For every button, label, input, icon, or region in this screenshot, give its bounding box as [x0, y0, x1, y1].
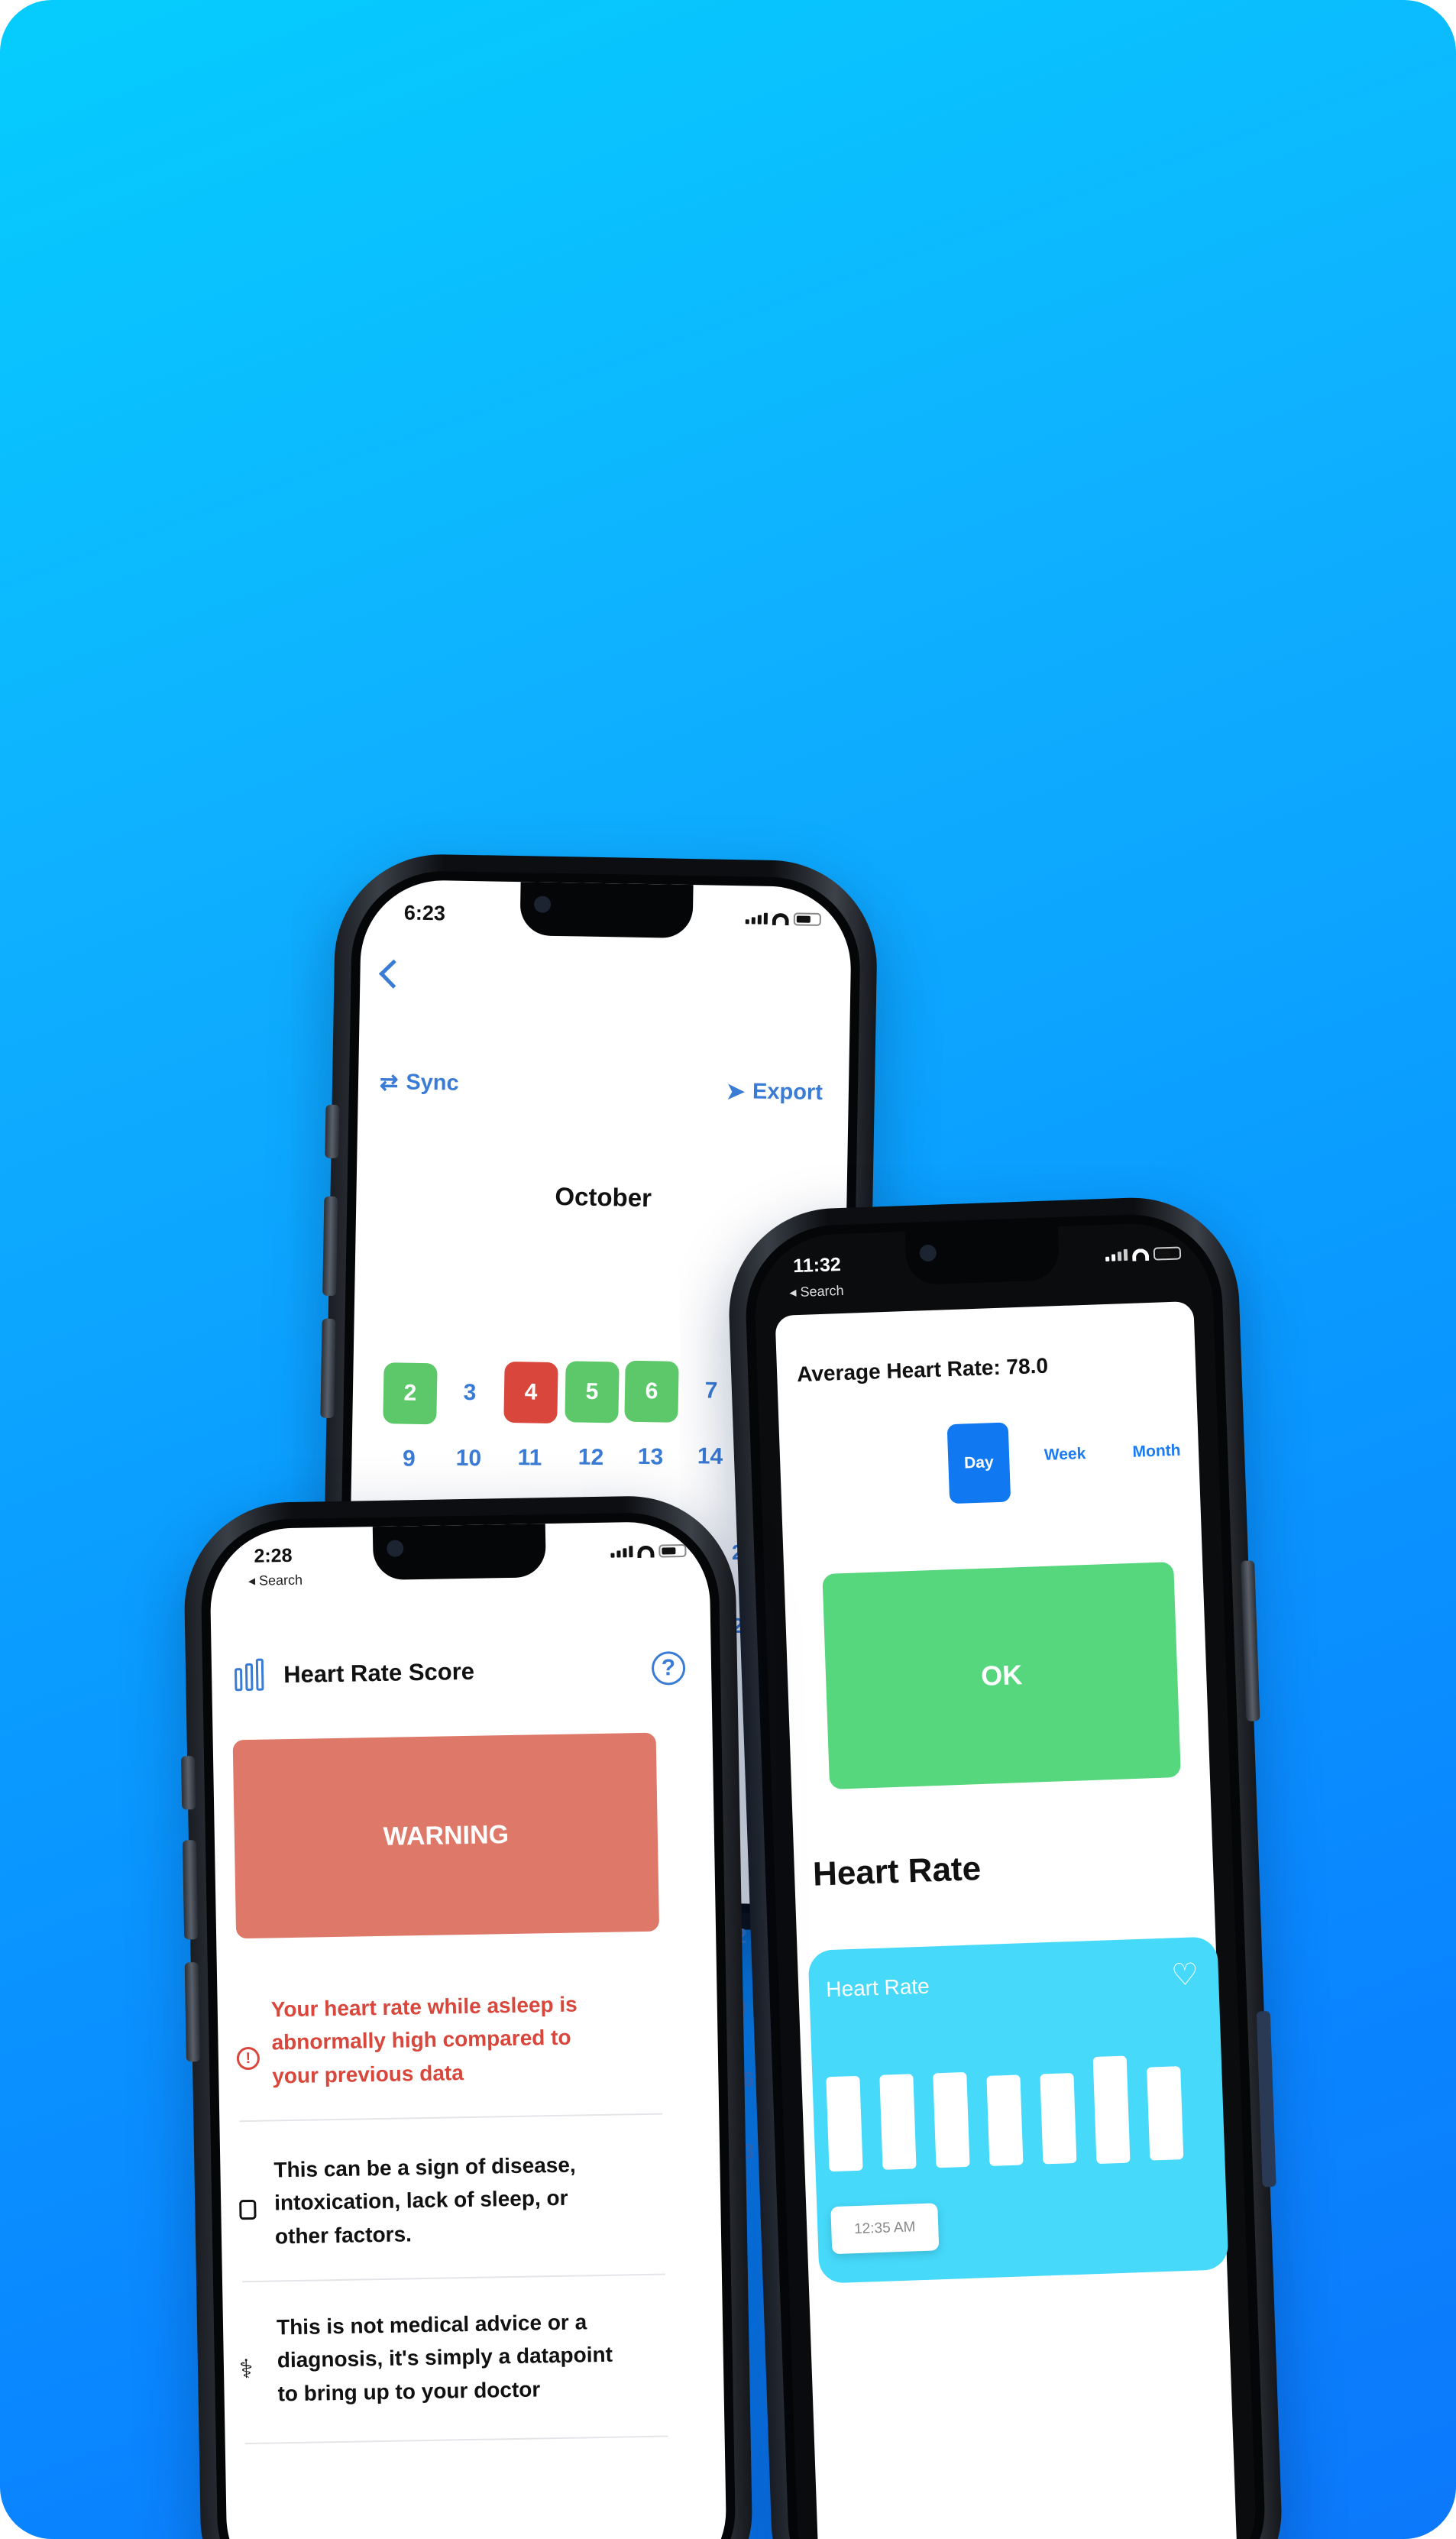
calendar-day[interactable]: 4: [503, 1361, 558, 1424]
notch: [904, 1226, 1060, 1285]
mute-switch: [325, 1104, 340, 1159]
month-title: October: [555, 1181, 652, 1213]
card-title: Heart Rate: [825, 1974, 930, 2002]
calendar-day[interactable]: 13: [623, 1427, 678, 1488]
wifi-icon: [1131, 1248, 1150, 1261]
bar-chart-icon: [234, 1658, 264, 1692]
status-time: 6:23: [403, 901, 446, 925]
page-title: Heart Rate Score: [283, 1657, 475, 1689]
gradient-background: 6:23 ⇄ Sync ➤ Export October 2 3 4 5 6 7: [0, 0, 1456, 2539]
status-ok-box: OK: [822, 1562, 1181, 1789]
calendar-day[interactable]: 12: [564, 1427, 618, 1488]
calendar-day[interactable]: 14: [683, 1426, 737, 1488]
power-button: [1241, 1560, 1260, 1721]
status-icons: [1105, 1246, 1182, 1261]
send-icon: ➤: [726, 1079, 746, 1105]
notch: [372, 1524, 546, 1581]
calendar-day[interactable]: 10: [442, 1427, 496, 1489]
score-screen: 2:28 ◂ Search Heart Rate Score ? WARNING…: [209, 1520, 728, 2539]
export-label: Export: [752, 1079, 823, 1106]
checkbox[interactable]: [239, 2199, 257, 2220]
cause-message: This can be a sign of disease, intoxicat…: [273, 2152, 576, 2249]
chart-bar: [1092, 2055, 1131, 2165]
export-button[interactable]: ➤ Export: [726, 1078, 823, 1106]
calendar-day[interactable]: 3: [442, 1362, 497, 1423]
segment-week[interactable]: Week: [1030, 1434, 1100, 1475]
volume-up-button: [182, 1840, 199, 1940]
divider: [244, 2435, 668, 2445]
phone-score: 2:28 ◂ Search Heart Rate Score ? WARNING…: [180, 1494, 754, 2539]
stethoscope-icon: ⚕: [238, 2354, 254, 2385]
wifi-icon: [772, 912, 789, 925]
heart-rate-screen: 11:32 ◂ Search Average Heart Rate: 78.0 …: [752, 1221, 1259, 2539]
chart-bar: [1040, 2073, 1077, 2165]
calendar-day[interactable]: 11: [503, 1427, 557, 1489]
mute-switch: [180, 1756, 196, 1810]
battery-icon: [793, 912, 821, 926]
chart-bar: [1147, 2066, 1184, 2161]
battery-icon: [658, 1543, 687, 1558]
divider: [239, 2113, 663, 2123]
back-chevron-icon[interactable]: [378, 959, 409, 989]
battery-icon: [1153, 1246, 1182, 1261]
help-icon[interactable]: ?: [651, 1650, 686, 1686]
side-edge: [1256, 2010, 1276, 2188]
status-time: 11:32: [792, 1254, 842, 1278]
chart-bar: [986, 2074, 1024, 2166]
volume-up-button: [322, 1196, 338, 1296]
signal-icon: [610, 1546, 633, 1558]
chart-tooltip: 12:35 AM: [830, 2203, 940, 2255]
sync-icon: ⇄: [379, 1070, 399, 1096]
chart-bar: [933, 2071, 970, 2168]
calendar-day[interactable]: 2: [383, 1362, 438, 1425]
calendar-day[interactable]: 5: [565, 1361, 620, 1423]
heart-rate-card[interactable]: Heart Rate ♡ 12:35 AM: [807, 1936, 1229, 2284]
volume-down-button: [320, 1318, 336, 1418]
heart-icon[interactable]: ♡: [1170, 1957, 1199, 1993]
phone-heart-rate: 11:32 ◂ Search Average Heart Rate: 78.0 …: [725, 1193, 1286, 2539]
disclaimer-message: This is not medical advice or a diagnosi…: [276, 2310, 613, 2406]
chart-bar: [826, 2075, 863, 2172]
signal-icon: [745, 912, 768, 925]
status-icons: [610, 1543, 687, 1559]
sync-button[interactable]: ⇄ Sync: [380, 1069, 459, 1097]
segment-month[interactable]: Month: [1114, 1431, 1199, 1472]
calendar-day[interactable]: 9: [382, 1428, 436, 1490]
status-icons: [745, 912, 821, 926]
alert-icon: !: [236, 2046, 260, 2071]
signal-icon: [1105, 1248, 1128, 1261]
calendar-day[interactable]: 6: [624, 1360, 679, 1423]
status-time: 2:28: [254, 1544, 293, 1567]
heart-rate-section-title: Heart Rate: [812, 1850, 982, 1893]
sync-label: Sync: [406, 1070, 459, 1096]
back-to-search-link[interactable]: ◂ Search: [248, 1572, 303, 1589]
volume-down-button: [184, 1962, 200, 2062]
status-warning-box: WARNING: [232, 1732, 660, 1939]
back-to-search-link[interactable]: ◂ Search: [789, 1283, 844, 1300]
chart-bar: [879, 2074, 917, 2170]
wifi-icon: [637, 1545, 655, 1558]
sheet: Average Heart Rate: 78.0 Day Week Month …: [775, 1300, 1239, 2539]
alert-message: Your heart rate while asleep is abnormal…: [270, 1992, 578, 2088]
divider: [241, 2273, 665, 2283]
average-heart-rate-label: Average Heart Rate: 78.0: [796, 1353, 1049, 1387]
notch: [519, 882, 694, 939]
segment-day[interactable]: Day: [946, 1422, 1011, 1504]
